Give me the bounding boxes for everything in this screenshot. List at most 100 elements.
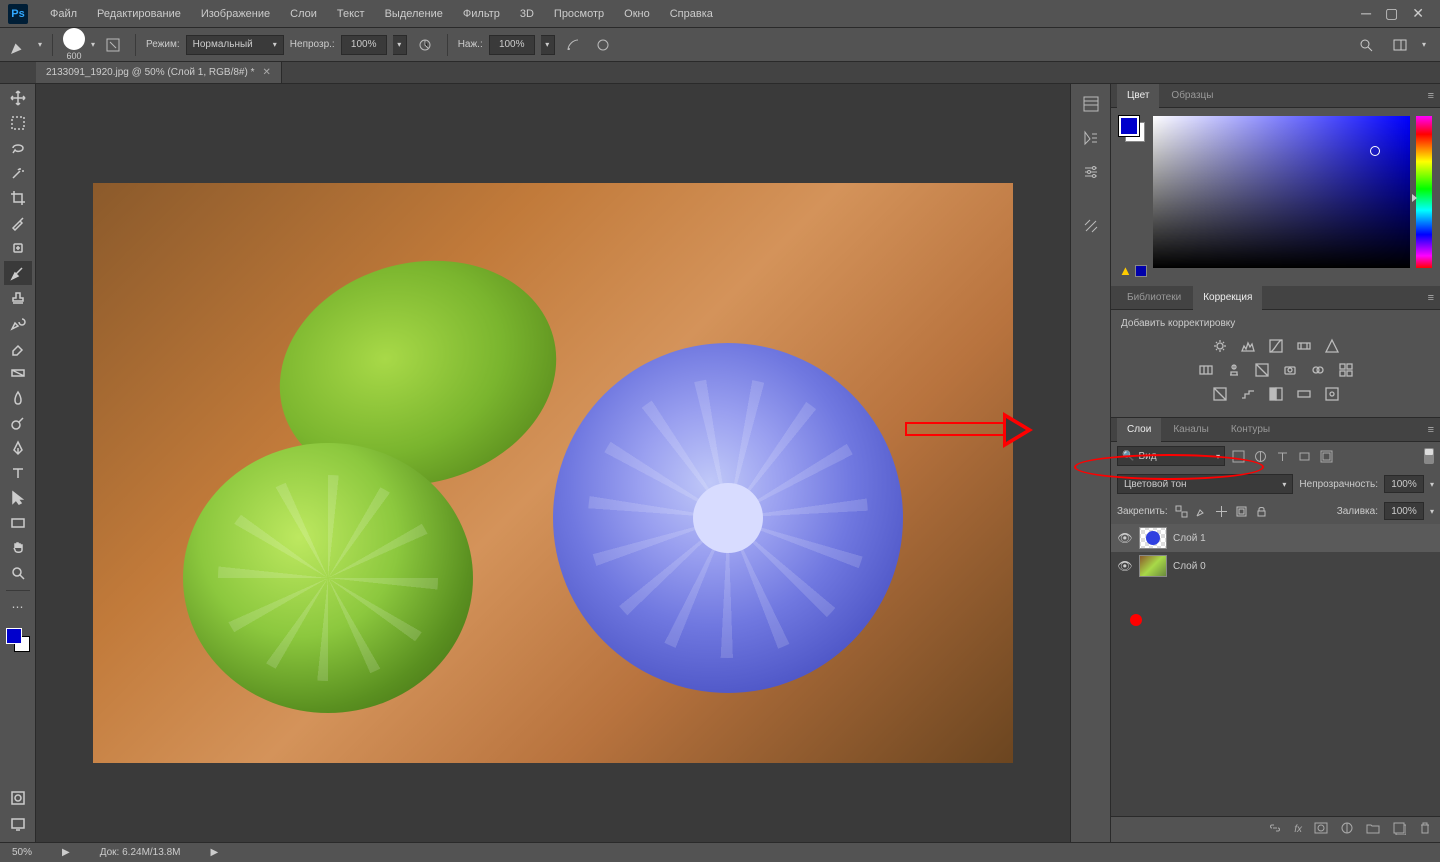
opacity-input[interactable]: 100% <box>341 35 387 55</box>
maximize-icon[interactable]: ▢ <box>1385 5 1398 22</box>
lock-all-icon[interactable] <box>1254 503 1270 519</box>
flow-input[interactable]: 100% <box>489 35 535 55</box>
gamut-warning[interactable]: ▲ <box>1119 263 1147 278</box>
filter-toggle[interactable] <box>1424 448 1434 464</box>
type-tool[interactable] <box>4 461 32 485</box>
workspace-icon[interactable] <box>1388 33 1412 57</box>
panel-menu-icon[interactable]: ≡ <box>1422 424 1440 436</box>
chevron-down-icon[interactable]: ▾ <box>541 35 555 55</box>
zoom-tool[interactable] <box>4 561 32 585</box>
menu-file[interactable]: Файл <box>40 0 87 28</box>
lock-pixels-icon[interactable] <box>1194 503 1210 519</box>
status-arrow-icon[interactable]: ▶ <box>62 847 70 858</box>
history-panel-icon[interactable] <box>1079 92 1103 116</box>
layer-name[interactable]: Слой 1 <box>1173 533 1206 544</box>
close-icon[interactable]: ✕ <box>1412 5 1424 22</box>
filter-smart-icon[interactable] <box>1317 447 1335 465</box>
colorlookup-icon[interactable] <box>1336 361 1356 379</box>
layer-name[interactable]: Слой 0 <box>1173 561 1206 572</box>
photofilter-icon[interactable] <box>1280 361 1300 379</box>
add-mask-icon[interactable] <box>1314 821 1328 838</box>
airbrush-icon[interactable] <box>561 33 585 57</box>
properties-panel-icon[interactable] <box>1079 160 1103 184</box>
menu-layers[interactable]: Слои <box>280 0 327 28</box>
dodge-tool[interactable] <box>4 411 32 435</box>
blend-mode-select[interactable]: Цветовой тон ▾ <box>1117 474 1293 494</box>
colorbalance-icon[interactable] <box>1224 361 1244 379</box>
tab-adjustments[interactable]: Коррекция <box>1193 286 1262 310</box>
zoom-level[interactable]: 50% <box>12 847 32 858</box>
panel-menu-icon[interactable]: ≡ <box>1422 90 1440 102</box>
filter-shape-icon[interactable] <box>1295 447 1313 465</box>
chevron-down-icon[interactable]: ▾ <box>393 35 407 55</box>
brush-preview[interactable]: 600 <box>63 28 85 61</box>
crop-tool[interactable] <box>4 186 32 210</box>
color-field[interactable] <box>1153 116 1410 268</box>
color-swatches[interactable] <box>4 626 32 654</box>
tab-color[interactable]: Цвет <box>1117 84 1159 108</box>
menu-help[interactable]: Справка <box>660 0 723 28</box>
stamp-tool[interactable] <box>4 286 32 310</box>
eyedropper-tool[interactable] <box>4 211 32 235</box>
menu-view[interactable]: Просмотр <box>544 0 614 28</box>
gradientmap-icon[interactable] <box>1294 385 1314 403</box>
menu-edit[interactable]: Редактирование <box>87 0 191 28</box>
brush-settings-icon[interactable] <box>1079 214 1103 238</box>
posterize-icon[interactable] <box>1238 385 1258 403</box>
move-tool[interactable] <box>4 86 32 110</box>
wand-tool[interactable] <box>4 161 32 185</box>
screenmode-tool[interactable] <box>4 812 32 836</box>
actions-panel-icon[interactable] <box>1079 126 1103 150</box>
exposure-icon[interactable] <box>1294 337 1314 355</box>
tab-swatches[interactable]: Образцы <box>1161 84 1223 108</box>
brightness-icon[interactable] <box>1210 337 1230 355</box>
filter-type-select[interactable]: 🔍 Вид ▾ <box>1117 446 1225 466</box>
tab-layers[interactable]: Слои <box>1117 418 1161 442</box>
new-group-icon[interactable] <box>1366 821 1380 838</box>
lasso-tool[interactable] <box>4 136 32 160</box>
document-canvas[interactable] <box>93 183 1013 763</box>
new-layer-icon[interactable] <box>1392 821 1406 838</box>
hue-icon[interactable] <box>1196 361 1216 379</box>
invert-icon[interactable] <box>1210 385 1230 403</box>
threshold-icon[interactable] <box>1266 385 1286 403</box>
minimize-icon[interactable]: ─ <box>1361 5 1371 22</box>
layer-row[interactable]: 👁 Слой 0 <box>1111 552 1440 580</box>
fill-input[interactable]: 100% <box>1384 502 1424 520</box>
blur-tool[interactable] <box>4 386 32 410</box>
selectivecolor-icon[interactable] <box>1322 385 1342 403</box>
bw-icon[interactable] <box>1252 361 1272 379</box>
channelmixer-icon[interactable] <box>1308 361 1328 379</box>
canvas-area[interactable] <box>36 84 1070 842</box>
layer-row[interactable]: 👁 Слой 1 <box>1111 524 1440 552</box>
hand-tool[interactable] <box>4 536 32 560</box>
quickmask-tool[interactable] <box>4 786 32 810</box>
blend-mode-select[interactable]: Нормальный ▾ <box>186 35 284 55</box>
fg-color-box[interactable] <box>1119 116 1139 136</box>
filter-pixel-icon[interactable] <box>1229 447 1247 465</box>
link-layers-icon[interactable] <box>1268 821 1282 838</box>
hue-slider-handle[interactable] <box>1412 194 1417 202</box>
eraser-tool[interactable] <box>4 336 32 360</box>
lock-position-icon[interactable] <box>1214 503 1230 519</box>
chevron-down-icon[interactable]: ▾ <box>1430 507 1434 516</box>
menu-select[interactable]: Выделение <box>375 0 453 28</box>
gradient-tool[interactable] <box>4 361 32 385</box>
status-arrow-icon[interactable]: ▶ <box>210 847 218 858</box>
heal-tool[interactable] <box>4 236 32 260</box>
history-brush-tool[interactable] <box>4 311 32 335</box>
chevron-down-icon[interactable]: ▾ <box>38 40 42 49</box>
current-tool-icon[interactable] <box>8 33 32 57</box>
foreground-color-swatch[interactable] <box>6 628 22 644</box>
chevron-down-icon[interactable]: ▾ <box>91 40 95 49</box>
lock-artboard-icon[interactable] <box>1234 503 1250 519</box>
layer-opacity-input[interactable]: 100% <box>1384 475 1424 493</box>
pressure-opacity-icon[interactable] <box>413 33 437 57</box>
menu-image[interactable]: Изображение <box>191 0 280 28</box>
curves-icon[interactable] <box>1266 337 1286 355</box>
visibility-icon[interactable]: 👁 <box>1117 559 1133 573</box>
menu-window[interactable]: Окно <box>614 0 660 28</box>
brush-panel-toggle-icon[interactable] <box>101 33 125 57</box>
brush-tool[interactable] <box>4 261 32 285</box>
document-tab[interactable]: 2133091_1920.jpg @ 50% (Слой 1, RGB/8#) … <box>36 62 282 83</box>
